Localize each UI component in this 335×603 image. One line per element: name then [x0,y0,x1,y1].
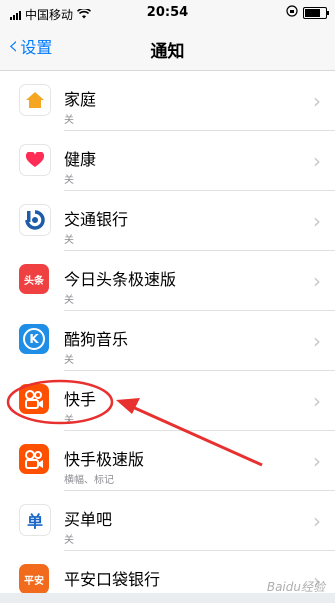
notification-status: 关 [64,175,74,186]
list-item[interactable]: 头条 今日头条极速版 关 › [0,251,335,311]
chevron-right-icon: › [313,209,321,233]
app-name: 买单吧 [64,510,113,529]
app-name: 健康 [64,150,97,169]
battery-icon [303,6,329,19]
status-bar: 中国移动 20:54 [0,0,335,26]
app-name: 交通银行 [64,210,129,229]
watermark: Baidu经验 [266,580,325,594]
chevron-right-icon: › [313,509,321,533]
app-name: 平安口袋银行 [64,570,161,589]
kuaishou-express-icon [19,444,49,474]
kugou-k-icon: K [19,324,49,354]
notification-status: 关 [64,295,74,306]
pingan-bank-icon: 平安 [19,564,49,594]
toutiao-icon: 头条 [19,264,49,294]
list-item[interactable]: 交通银行 关 › [0,191,335,251]
chevron-right-icon: › [313,389,321,413]
chevron-right-icon: › [313,329,321,353]
kuaishou-icon [19,384,49,414]
chevron-right-icon: › [313,149,321,173]
notification-status: 关 [64,115,74,126]
app-name: 快手 [64,390,97,409]
chevron-right-icon: › [313,269,321,293]
maidanba-logo-text: 单 [26,512,43,531]
rotation-lock-icon [286,5,298,20]
list-item[interactable]: 健康 关 › [0,131,335,191]
app-name: 快手极速版 [64,450,145,469]
page-title: 通知 [150,42,185,62]
chevron-right-icon: › [313,89,321,113]
app-name: 今日头条极速版 [64,270,177,289]
chevron-right-icon: › [313,449,321,473]
list-item[interactable]: 家庭 关 › [0,71,335,131]
app-name: 家庭 [64,90,97,109]
notification-status: 关 [64,415,74,426]
notification-status: 关 [64,535,74,546]
list-item[interactable]: 单 买单吧 关 › [0,491,335,551]
toutiao-logo-text: 头条 [24,275,44,287]
bank-of-communications-icon [19,204,51,236]
app-name: 酷狗音乐 [64,330,129,349]
pingan-logo-text: 平安 [24,575,44,587]
home-icon [19,84,51,116]
list-item[interactable]: K 酷狗音乐 关 › [0,311,335,371]
app-notification-list: 家庭 关 › 健康 关 › 交通银行 关 › 头条 今日头条极速版 关 › K … [0,71,335,598]
list-item[interactable]: 快手 关 › [0,371,335,431]
notification-status: 关 [64,235,74,246]
maidanba-icon: 单 [19,504,51,536]
health-heart-icon [19,144,51,176]
kugou-logo-text: K [29,332,39,346]
notification-status: 横幅、标记 [64,475,114,486]
list-item[interactable]: 快手极速版 横幅、标记 › [0,431,335,491]
navigation-bar: ‹ 设置 通知 [0,26,335,71]
notification-status: 关 [64,355,74,366]
status-time: 20:54 [146,5,189,20]
